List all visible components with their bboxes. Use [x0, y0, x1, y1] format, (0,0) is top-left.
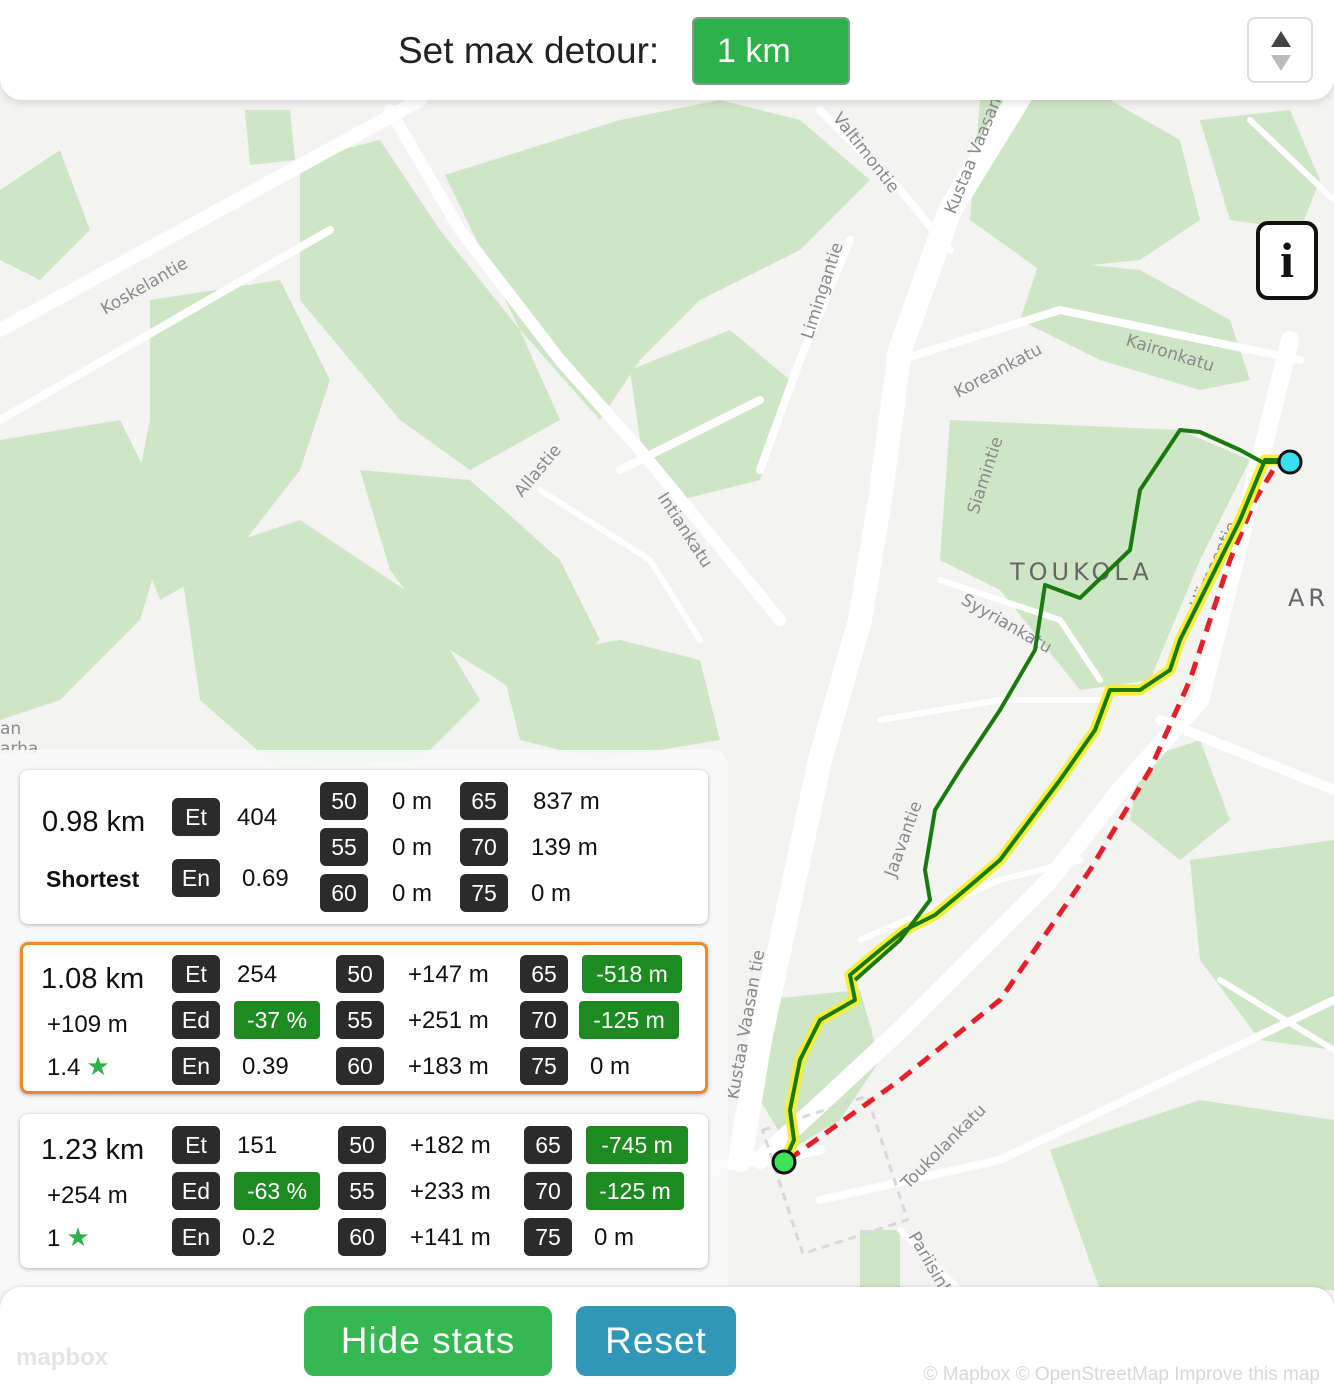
sort-down-icon	[1271, 55, 1291, 71]
map-attribution[interactable]: © Mapbox © OpenStreetMap Improve this ma…	[923, 1364, 1320, 1386]
db-tag: 70	[520, 1001, 568, 1039]
et-tag: Et	[172, 798, 220, 836]
destination-marker-icon[interactable]	[1277, 449, 1303, 475]
ed-tag: Ed	[172, 1172, 220, 1210]
db-tag: 75	[524, 1218, 572, 1256]
db-tag: 55	[338, 1172, 386, 1210]
et-value: 404	[237, 804, 278, 831]
db-tag: 70	[460, 828, 508, 866]
db-tag: 65	[520, 955, 568, 993]
db-tag: 75	[460, 874, 508, 912]
db-value: 0 m	[392, 834, 433, 861]
top-bar: Set max detour: 1 km	[0, 0, 1334, 100]
sort-icon	[1271, 31, 1291, 47]
en-tag: En	[172, 1218, 220, 1256]
route-score: 1 ★	[47, 1222, 90, 1253]
en-value: 0.2	[242, 1224, 276, 1251]
db-tag: 70	[524, 1172, 572, 1210]
db-tag: 60	[338, 1218, 386, 1256]
route-subtitle: Shortest	[46, 866, 140, 892]
db-tag: 60	[320, 874, 368, 912]
ed-value: -63 %	[234, 1172, 320, 1210]
star-icon: ★	[86, 1051, 110, 1081]
route-score-value: 1	[47, 1225, 61, 1252]
db-tag: 65	[524, 1126, 572, 1164]
db-tag: 60	[336, 1047, 384, 1085]
en-tag: En	[172, 1047, 220, 1085]
db-value: 139 m	[531, 834, 598, 861]
db-value: +182 m	[410, 1132, 491, 1159]
db-value: +141 m	[410, 1224, 491, 1251]
db-value: 0 m	[392, 788, 433, 815]
route-extra-distance: +254 m	[47, 1182, 128, 1209]
en-tag: En	[172, 859, 220, 897]
db-value: 0 m	[590, 1053, 631, 1080]
info-button[interactable]: i	[1256, 221, 1318, 300]
max-detour-input[interactable]: 1 km	[692, 17, 850, 85]
edge-label-an: an	[0, 719, 21, 739]
route-distance: 1.23 km	[41, 1134, 145, 1166]
et-tag: Et	[172, 1126, 220, 1164]
route-card-2[interactable]: 1.23 km +254 m 1 ★ Et 151 Ed -63 % En 0.2…	[20, 1114, 708, 1268]
db-tag: 55	[336, 1001, 384, 1039]
db-value: +251 m	[408, 1007, 489, 1034]
ed-value: -37 %	[234, 1001, 320, 1039]
area-label-ar: AR	[1288, 584, 1329, 612]
detour-title: Set max detour:	[398, 30, 660, 71]
et-value: 254	[237, 961, 278, 988]
db-value: -125 m	[586, 1172, 684, 1210]
db-value: 0 m	[594, 1224, 635, 1251]
star-icon: ★	[66, 1222, 90, 1252]
route-card-shortest[interactable]: 0.98 km Shortest Et 404 En 0.69 50 0 m 5…	[20, 770, 708, 924]
route-card-1[interactable]: 1.08 km +109 m 1.4 ★ Et 254 Ed -37 % En 0…	[20, 942, 708, 1094]
db-value: +147 m	[408, 961, 489, 988]
stats-panel: 0.98 km Shortest Et 404 En 0.69 50 0 m 5…	[0, 750, 728, 1290]
db-value: -518 m	[582, 955, 682, 993]
db-tag: 65	[460, 782, 508, 820]
db-value: +233 m	[410, 1178, 491, 1205]
sort-button[interactable]	[1247, 17, 1313, 83]
mapbox-logo[interactable]: mapbox	[16, 1344, 108, 1372]
db-value: 837 m	[533, 788, 600, 815]
en-value: 0.69	[242, 865, 289, 892]
reset-button[interactable]: Reset	[576, 1306, 736, 1376]
db-tag: 55	[320, 828, 368, 866]
et-value: 151	[237, 1132, 278, 1159]
db-tag: 50	[336, 955, 384, 993]
en-value: 0.39	[242, 1053, 289, 1080]
db-value: 0 m	[531, 880, 572, 907]
db-value: -125 m	[579, 1001, 679, 1039]
db-value: 0 m	[392, 880, 433, 907]
origin-marker-icon[interactable]	[771, 1149, 797, 1175]
hide-stats-button[interactable]: Hide stats	[304, 1306, 552, 1376]
ed-tag: Ed	[172, 1001, 220, 1039]
route-distance: 0.98 km	[42, 806, 146, 838]
et-tag: Et	[172, 955, 220, 993]
db-tag: 75	[520, 1047, 568, 1085]
db-tag: 50	[320, 782, 368, 820]
route-score: 1.4 ★	[47, 1051, 110, 1082]
db-tag: 50	[338, 1126, 386, 1164]
db-value: -745 m	[586, 1126, 688, 1164]
route-score-value: 1.4	[47, 1054, 81, 1081]
area-label-toukola: TOUKOLA	[1009, 558, 1153, 586]
route-distance: 1.08 km	[41, 963, 145, 995]
route-extra-distance: +109 m	[47, 1011, 128, 1038]
db-value: +183 m	[408, 1053, 489, 1080]
